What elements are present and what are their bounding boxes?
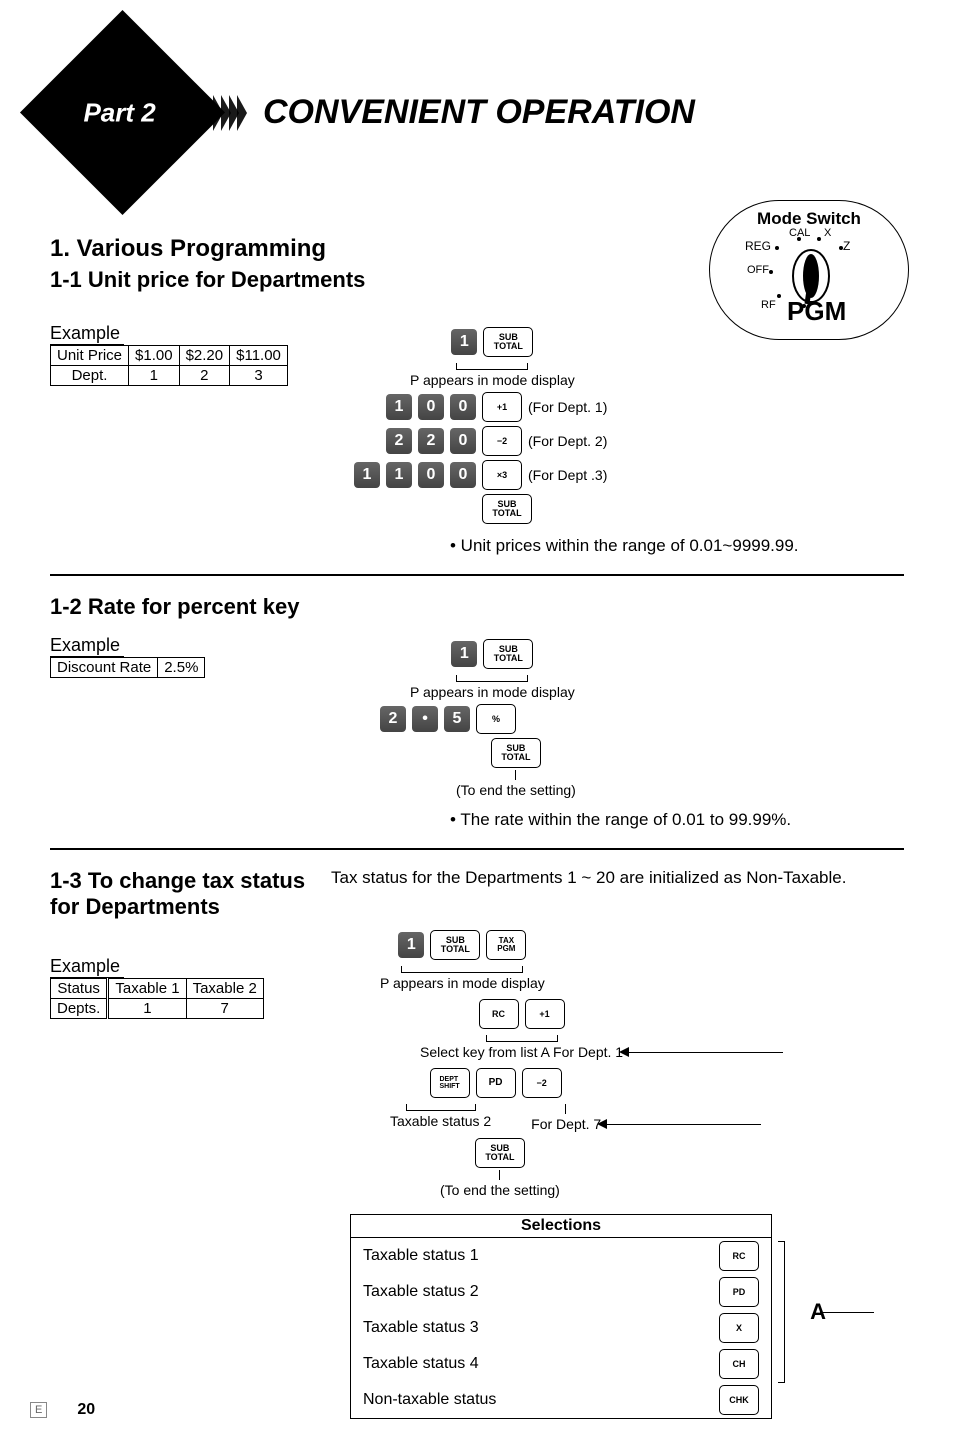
percent-key[interactable]: % [476,704,516,734]
subtotal-key[interactable]: SUB TOTAL [491,738,541,768]
digit-key[interactable]: 1 [354,462,380,488]
mode-note: P appears in mode display [410,684,575,700]
dept-key-3[interactable]: ×3 [482,460,522,490]
ch-key[interactable]: CH [719,1349,759,1379]
digit-key[interactable]: 1 [398,932,424,958]
example-label: Example [50,956,124,978]
example-table-3: Status Taxable 1 Taxable 2 Depts. 1 7 [50,978,264,1019]
dept-key-1[interactable]: +1 [482,392,522,422]
x-key[interactable]: X [719,1313,759,1343]
tax-pgm-key[interactable]: TAXPGM [486,930,526,960]
subtotal-key[interactable]: SUB TOTAL [430,930,480,960]
digit-key[interactable]: 0 [450,428,476,454]
digit-key[interactable]: 0 [450,394,476,420]
digit-key[interactable]: 1 [386,394,412,420]
line-1: Select key from list A For Dept. 1 [420,1044,623,1060]
row-note: (For Dept. 2) [528,433,607,449]
mode-note: P appears in mode display [410,372,575,388]
digit-key[interactable]: 2 [380,706,406,732]
digit-key[interactable]: 1 [386,462,412,488]
pd-key[interactable]: PD [476,1068,516,1098]
rc-key[interactable]: RC [479,999,519,1029]
dial-label-cal: CAL [789,227,810,239]
selections-title: Selections [351,1215,771,1238]
section-1-3-heading: 1-3 To change tax status for Departments [50,868,315,920]
section-1-3-intro: Tax status for the Departments 1 ~ 20 ar… [331,868,904,888]
dial-label-off: OFF [747,264,769,276]
selections-table: Selections Taxable status 1 RC Taxable s… [350,1214,772,1419]
part-diamond-badge: Part 2 [50,40,195,185]
dial-label-rf: RF [761,299,776,311]
rc-key[interactable]: RC [719,1241,759,1271]
dept-key-2[interactable]: −2 [522,1068,562,1098]
digit-key[interactable]: 0 [418,462,444,488]
row-note: (For Dept. 1) [528,399,607,415]
dial-label-z: Z [843,239,850,253]
dial-label-pgm: PGM [787,296,846,327]
dept-shift-key[interactable]: DEPTSHIFT [430,1068,470,1098]
example-table-2: Discount Rate 2.5% [50,657,205,678]
section-1-3: 1-3 To change tax status for Departments… [50,868,904,1419]
dept-key-1[interactable]: +1 [525,999,565,1029]
pd-key[interactable]: PD [719,1277,759,1307]
example-table-1: Unit Price $1.00 $2.20 $11.00 Dept. 1 2 … [50,345,288,386]
footer-e: E [30,1402,47,1418]
subtotal-key[interactable]: SUB TOTAL [482,494,532,524]
part-label: Part 2 [83,97,155,128]
digit-key[interactable]: 0 [450,462,476,488]
chk-key[interactable]: CHK [719,1385,759,1415]
row-note: (For Dept .3) [528,467,607,483]
example-label: Example [50,635,124,657]
page-number: 20 [77,1401,95,1419]
end-note: (To end the setting) [456,782,576,798]
example-label: Example [50,323,124,345]
digit-key[interactable]: 2 [418,428,444,454]
page-footer: E 20 [30,1401,95,1419]
mode-note: P appears in mode display [380,975,545,991]
digit-key[interactable]: 1 [451,641,477,667]
page-header: Part 2 CONVENIENT OPERATION [50,40,904,185]
digit-key[interactable]: • [412,706,438,732]
dept-key-2[interactable]: −2 [482,426,522,456]
end-note: (To end the setting) [440,1182,560,1198]
section-1-note: • Unit prices within the range of 0.01~9… [450,536,904,556]
bracket-icon: A [778,1241,785,1383]
digit-key[interactable]: 0 [418,394,444,420]
section-1-2-heading: 1-2 Rate for percent key [50,594,904,620]
subtotal-key[interactable]: SUB TOTAL [483,327,533,357]
page-title: CONVENIENT OPERATION [263,93,695,132]
section-1-2: 1-2 Rate for percent key Example Discoun… [50,594,904,830]
dial-label-x: X [824,227,831,239]
subtotal-key[interactable]: SUB TOTAL [475,1138,525,1168]
dial-label-reg: REG [745,239,771,253]
digit-key[interactable]: 1 [451,329,477,355]
chevron-icon [213,95,245,131]
mode-switch-title: Mode Switch [718,209,900,229]
subtotal-key[interactable]: SUB TOTAL [483,639,533,669]
mode-switch-dial: REG CAL X Z OFF RF PGM [759,234,859,324]
digit-key[interactable]: 5 [444,706,470,732]
section-2-note: • The rate within the range of 0.01 to 9… [450,810,904,830]
digit-key[interactable]: 2 [386,428,412,454]
mode-switch-panel: Mode Switch REG CAL X Z OFF [709,200,909,340]
